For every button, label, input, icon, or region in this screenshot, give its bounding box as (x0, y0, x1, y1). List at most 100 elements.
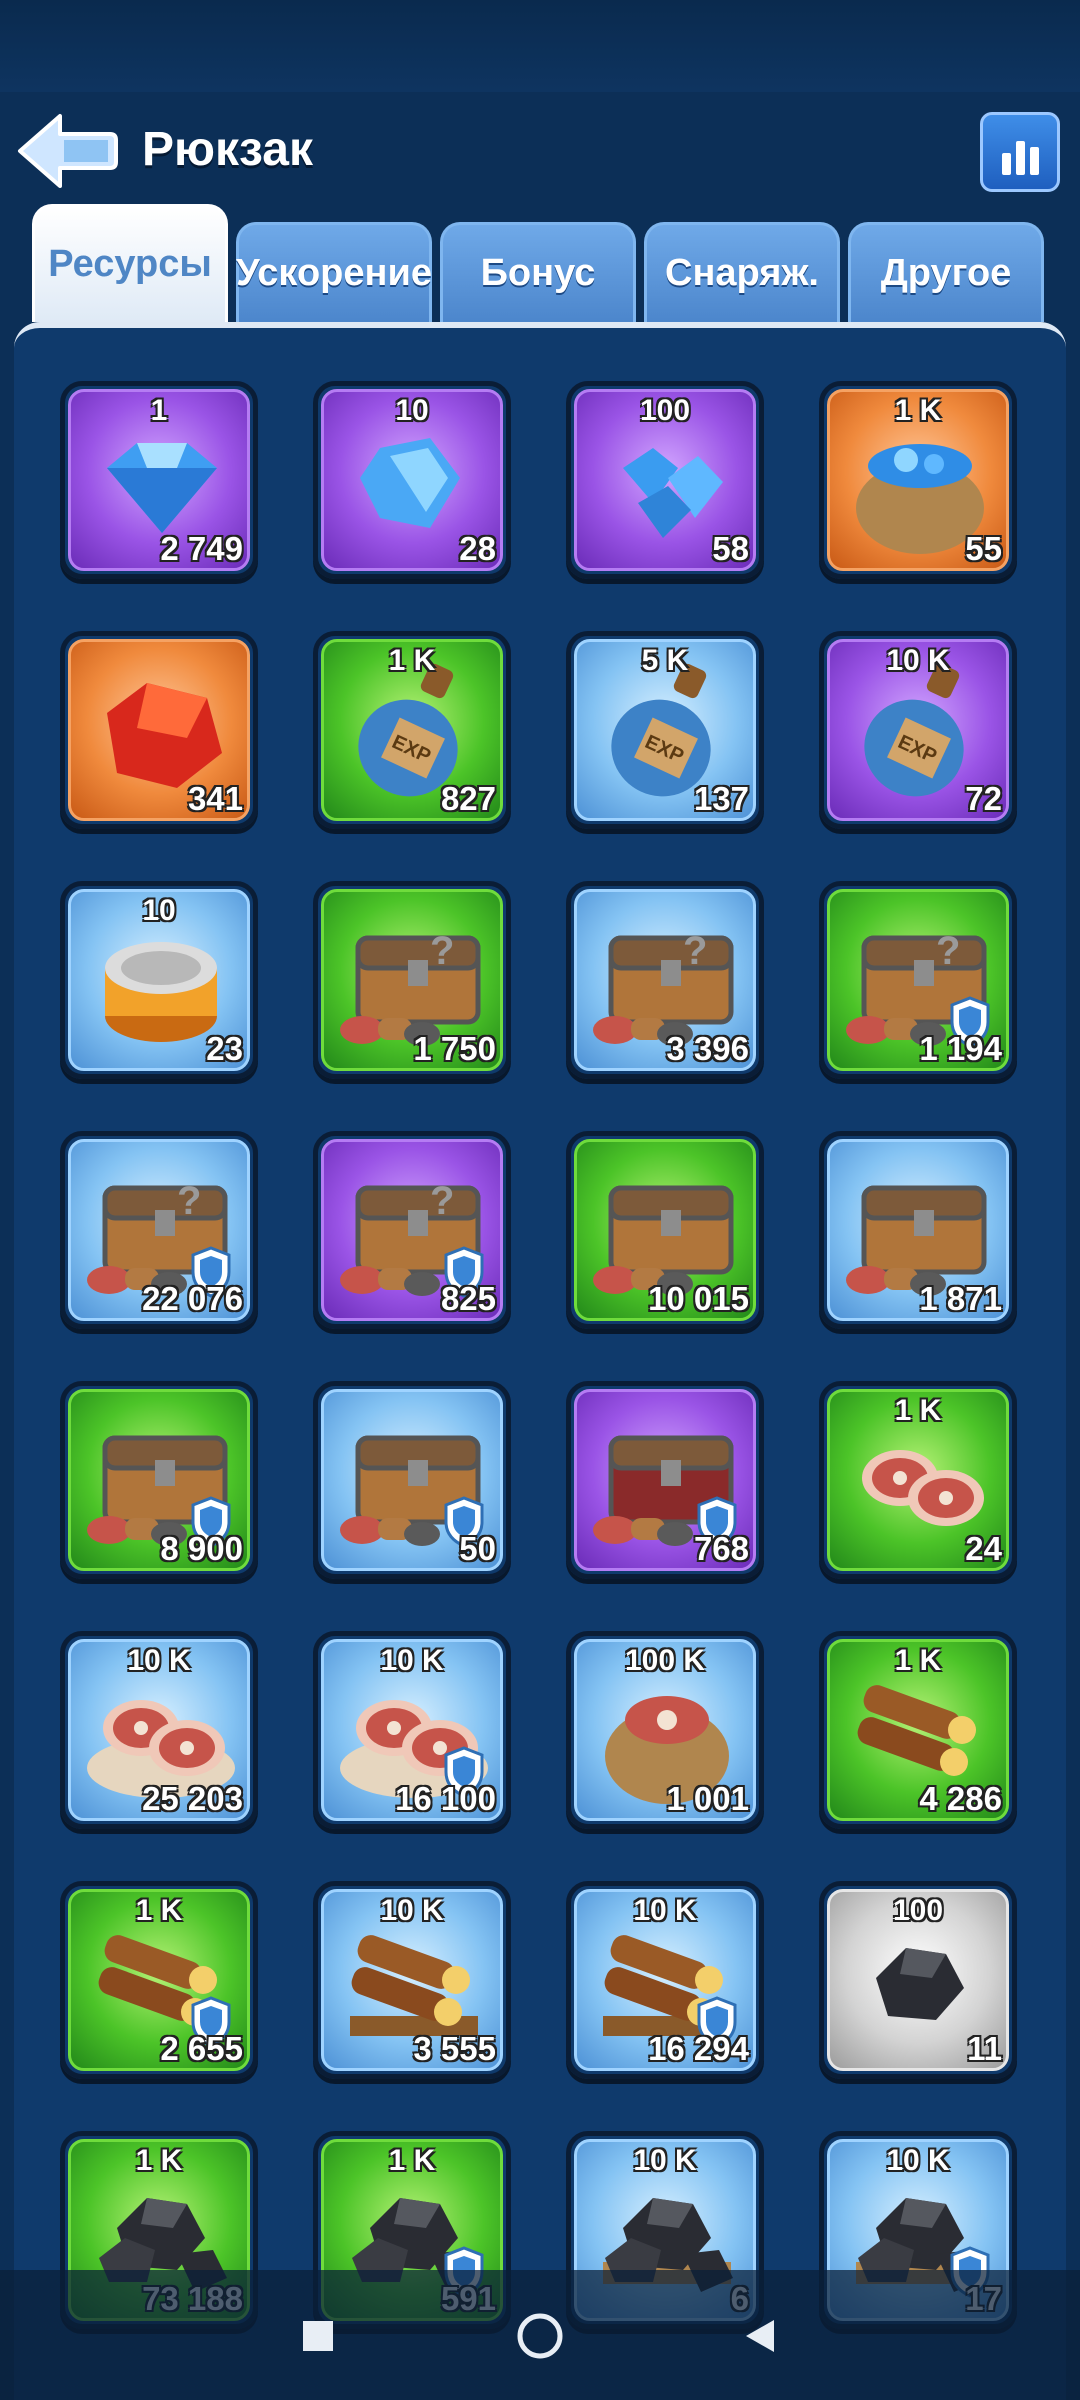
item-count: 1 871 (919, 1280, 1002, 1317)
item-count: 22 076 (142, 1280, 243, 1317)
item-amount: 1 K (135, 1894, 183, 1927)
item-count: 72 (965, 780, 1002, 817)
item-count: 24 (965, 1530, 1002, 1567)
item-amount: 10 (395, 394, 429, 427)
tab-gear[interactable]: Снаряж. (644, 222, 840, 322)
item-count: 2 655 (160, 2030, 243, 2067)
inventory-item[interactable]: 50 (313, 1381, 511, 1579)
inventory-item[interactable]: 341 (60, 631, 258, 829)
item-amount: 5 K (641, 644, 689, 677)
item-amount: 10 K (633, 2144, 697, 2177)
back-arrow-icon (18, 114, 118, 188)
inventory-panel: 12 749 10 28 100 58 1 K 55 341 EXP 1 K 827 EXP 5 K 13… (14, 322, 1066, 2400)
bar-chart-icon (1001, 141, 1039, 175)
stats-button[interactable] (980, 112, 1060, 192)
item-count: 16 294 (648, 2030, 749, 2067)
item-count: 50 (459, 1530, 496, 1567)
item-count: 825 (440, 1280, 496, 1317)
inventory-item[interactable]: 1 K 24 (819, 1381, 1017, 1579)
inventory-item[interactable]: 100 11 (819, 1881, 1017, 2079)
item-amount: 1 K (388, 644, 436, 677)
item-count: 10 015 (648, 1280, 749, 1317)
item-amount: 1 K (894, 1644, 942, 1677)
page-title: Рюкзак (142, 123, 313, 176)
inventory-item[interactable]: 10 015 (566, 1131, 764, 1329)
svg-text:?: ? (430, 929, 454, 973)
home-button[interactable] (512, 2308, 568, 2364)
item-count: 137 (693, 780, 749, 817)
item-count: 8 900 (160, 1530, 243, 1567)
item-amount: 1 K (894, 1394, 942, 1427)
item-amount: 10 K (886, 644, 950, 677)
status-bar (0, 0, 1080, 92)
tab-speedups[interactable]: Ускорение (236, 222, 432, 322)
item-count: 768 (693, 1530, 749, 1567)
inventory-item[interactable]: ? 3 396 (566, 881, 764, 1079)
svg-text:?: ? (177, 1179, 201, 1223)
item-count: 1 750 (413, 1030, 496, 1067)
tab-resources[interactable]: Ресурсы (32, 204, 228, 322)
item-amount: 10 K (886, 2144, 950, 2177)
item-amount: 10 (142, 894, 176, 927)
square-icon (303, 2321, 333, 2351)
svg-text:?: ? (683, 929, 707, 973)
item-count: 28 (459, 530, 496, 567)
item-count: 16 100 (395, 1780, 496, 1817)
header: Рюкзак (0, 92, 1080, 212)
inventory-item[interactable]: 1 871 (819, 1131, 1017, 1329)
item-count: 23 (206, 1030, 243, 1067)
inventory-item[interactable]: 10 K 16 100 (313, 1631, 511, 1829)
triangle-back-icon (746, 2320, 774, 2352)
item-count: 58 (712, 530, 749, 567)
inventory-item[interactable]: 10 K 25 203 (60, 1631, 258, 1829)
item-amount: 10 K (633, 1894, 697, 1927)
item-amount: 10 K (127, 1644, 191, 1677)
inventory-item[interactable]: ? 22 076 (60, 1131, 258, 1329)
item-count: 2 749 (160, 530, 243, 567)
inventory-item[interactable]: 1 2 749 (60, 381, 258, 579)
inventory-item[interactable]: 8 900 (60, 1381, 258, 1579)
item-amount: 100 (892, 1894, 944, 1927)
inventory-item[interactable]: 100 58 (566, 381, 764, 579)
circle-icon (517, 2313, 563, 2359)
inventory-item[interactable]: EXP 5 K 137 (566, 631, 764, 829)
inventory-item[interactable]: 768 (566, 1381, 764, 1579)
inventory-item[interactable]: 10 28 (313, 381, 511, 579)
item-amount: 10 K (380, 1644, 444, 1677)
item-count: 341 (187, 780, 243, 817)
inventory-item[interactable]: ? 1 194 (819, 881, 1017, 1079)
inventory-item[interactable]: ? 1 750 (313, 881, 511, 1079)
inventory-item[interactable]: 100 K 1 001 (566, 1631, 764, 1829)
item-amount: 1 (150, 394, 168, 427)
item-amount: 1 K (388, 2144, 436, 2177)
recents-button[interactable] (290, 2308, 346, 2364)
inventory-item[interactable]: 10 23 (60, 881, 258, 1079)
inventory-item[interactable]: 10 K 3 555 (313, 1881, 511, 2079)
item-count: 1 194 (919, 1030, 1002, 1067)
item-amount: 10 K (380, 1894, 444, 1927)
item-amount: 100 (639, 394, 691, 427)
tab-bonus[interactable]: Бонус (440, 222, 636, 322)
item-amount: 1 K (894, 394, 942, 427)
system-back-button[interactable] (732, 2308, 788, 2364)
svg-text:?: ? (936, 929, 960, 973)
item-count: 25 203 (142, 1780, 243, 1817)
inventory-item[interactable]: ? 825 (313, 1131, 511, 1329)
back-button[interactable] (14, 110, 118, 192)
item-count: 4 286 (919, 1780, 1002, 1817)
item-count: 1 001 (666, 1780, 749, 1817)
item-count: 3 555 (413, 2030, 496, 2067)
item-count: 11 (967, 2030, 1002, 2067)
inventory-item[interactable]: 1 K 55 (819, 381, 1017, 579)
item-count: 3 396 (666, 1030, 749, 1067)
inventory-item[interactable]: EXP 10 K 72 (819, 631, 1017, 829)
inventory-item[interactable]: EXP 1 K 827 (313, 631, 511, 829)
tab-other[interactable]: Другое (848, 222, 1044, 322)
inventory-item[interactable]: 1 K 2 655 (60, 1881, 258, 2079)
item-amount: 100 K (624, 1644, 706, 1677)
tab-bar: Ресурсы Ускорение Бонус Снаряж. Другое (32, 204, 1052, 322)
item-count: 827 (440, 780, 496, 817)
item-count: 55 (965, 530, 1002, 567)
inventory-item[interactable]: 1 K 4 286 (819, 1631, 1017, 1829)
inventory-item[interactable]: 10 K 16 294 (566, 1881, 764, 2079)
